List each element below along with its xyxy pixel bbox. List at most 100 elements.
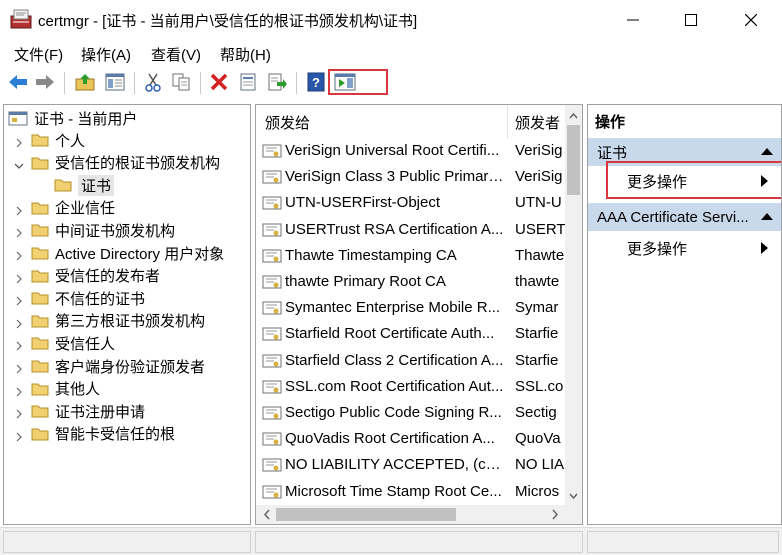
show-hide-tree-button[interactable] [103, 70, 127, 94]
scroll-down-icon[interactable] [565, 488, 582, 505]
chevron-right-icon[interactable] [14, 248, 24, 261]
tree-item-label: 其他人 [55, 381, 101, 399]
cut-button[interactable] [141, 70, 165, 94]
tree-item-label: 第三方根证书颁发机构 [55, 313, 206, 331]
export-list-button[interactable] [265, 70, 289, 94]
chevron-right-icon[interactable] [14, 361, 24, 374]
chevron-right-icon[interactable] [14, 203, 24, 216]
chevron-right-icon[interactable] [14, 293, 24, 306]
certificate-icon [262, 196, 282, 210]
certificate-icon [262, 223, 282, 237]
chevron-right-icon[interactable] [14, 316, 24, 329]
chevron-right-icon[interactable] [14, 338, 24, 351]
cell-issued-to: Symantec Enterprise Mobile R... [285, 299, 501, 317]
help-icon: ? [307, 72, 325, 92]
table-row[interactable]: VeriSign Class 3 Public Primary... VeriSi… [256, 164, 566, 190]
table-row[interactable]: Starfield Root Certificate Auth... Starfi… [256, 321, 566, 347]
tree-item[interactable]: Active Directory 用户对象 [16, 242, 224, 264]
tree-item[interactable]: 智能卡受信任的根 [16, 423, 175, 445]
column-header-issued-to[interactable]: 颁发给 [265, 105, 505, 139]
toolbar-separator [134, 72, 135, 94]
close-button[interactable] [728, 0, 774, 40]
table-row[interactable]: QuoVadis Root Certification A... QuoVa [256, 426, 566, 452]
table-row[interactable]: VeriSign Universal Root Certifi... VeriSi… [256, 138, 566, 164]
more-actions-item[interactable]: 更多操作 [588, 233, 781, 263]
horizontal-scrollbar[interactable] [256, 505, 566, 524]
tree-item-label: 证书注册申请 [55, 403, 146, 421]
scroll-up-icon[interactable] [565, 107, 582, 124]
tree-item[interactable]: 证书注册申请 [16, 400, 146, 422]
title-bar: certmgr - [证书 - 当前用户\受信任的根证书颁发机构\证书] [0, 0, 782, 40]
tree-item[interactable]: 第三方根证书颁发机构 [16, 310, 206, 332]
cell-issued-to: Thawte Timestamping CA [285, 246, 457, 264]
table-row[interactable]: Thawte Timestamping CA Thawte [256, 243, 566, 269]
table-row[interactable]: NO LIABILITY ACCEPTED, (c)9... NO LIA [256, 452, 566, 478]
column-header-issuer[interactable]: 颁发者 [515, 105, 567, 139]
table-row[interactable]: Microsoft Time Stamp Root Ce... Micros [256, 479, 566, 505]
tree-item[interactable]: 受信任的发布者 [16, 265, 161, 287]
cell-issuer: UTN-U [515, 194, 562, 212]
action-section-selected-cert[interactable]: AAA Certificate Servi... [588, 203, 781, 231]
folder-icon [31, 292, 49, 305]
up-one-level-button[interactable] [73, 70, 97, 94]
tree-item[interactable]: 客户端身份验证颁发者 [16, 355, 205, 377]
folder-icon [31, 337, 49, 350]
vertical-scrollbar[interactable] [565, 105, 582, 507]
menu-action[interactable]: 操作(A) [81, 44, 131, 65]
status-cell [3, 531, 251, 553]
chevron-right-icon[interactable] [14, 406, 24, 419]
copy-button[interactable] [169, 70, 193, 94]
collapse-up-icon[interactable] [761, 148, 773, 155]
toolbar-separator [296, 72, 297, 94]
forward-arrow-icon [36, 75, 54, 89]
tree-root[interactable]: 证书 - 当前用户 [8, 107, 137, 129]
tree-item[interactable]: 中间证书颁发机构 [16, 219, 175, 241]
cell-issued-to: SSL.com Root Certification Aut... [285, 377, 504, 395]
tree-item[interactable]: 受信任的根证书颁发机构 [14, 152, 220, 174]
chevron-down-icon[interactable] [14, 158, 24, 169]
menu-bar: 文件(F) 操作(A) 查看(V) 帮助(H) [0, 40, 782, 66]
chevron-right-icon[interactable] [14, 135, 24, 148]
scroll-left-icon[interactable] [258, 505, 275, 524]
horizontal-scroll-thumb[interactable] [276, 508, 456, 521]
tree-item-label: 受信任的发布者 [55, 268, 161, 286]
table-row[interactable]: SSL.com Root Certification Aut... SSL.co [256, 374, 566, 400]
tree-item[interactable]: 受信任人 [16, 332, 115, 354]
submenu-arrow-icon [761, 242, 768, 254]
tree-root-label: 证书 - 当前用户 [34, 110, 138, 128]
toolbar-separator [200, 72, 201, 94]
export-list-icon [268, 73, 287, 91]
table-row[interactable]: thawte Primary Root CA thawte [256, 269, 566, 295]
help-button[interactable]: ? [304, 70, 328, 94]
menu-file[interactable]: 文件(F) [14, 44, 63, 65]
table-row[interactable]: Sectigo Public Code Signing R... Sectig [256, 400, 566, 426]
minimize-button[interactable] [610, 0, 656, 40]
delete-button[interactable] [207, 70, 231, 94]
collapse-up-icon[interactable] [761, 213, 773, 220]
certificate-icon [262, 327, 282, 341]
chevron-right-icon[interactable] [14, 271, 24, 284]
chevron-right-icon[interactable] [14, 384, 24, 397]
tree-item[interactable]: 不信任的证书 [16, 287, 145, 309]
forward-button[interactable] [33, 70, 57, 94]
menu-help[interactable]: 帮助(H) [220, 44, 271, 65]
tree-item[interactable]: 企业信任 [16, 197, 115, 219]
chevron-right-icon[interactable] [14, 225, 24, 238]
table-row[interactable]: UTN-USERFirst-Object UTN-U [256, 190, 566, 216]
chevron-right-icon[interactable] [14, 429, 24, 442]
tree-item[interactable]: 个人 [16, 129, 85, 151]
tree-item[interactable]: 证书 [54, 174, 115, 196]
back-button[interactable] [6, 70, 30, 94]
menu-view[interactable]: 查看(V) [151, 44, 201, 65]
folder-icon [31, 383, 49, 396]
console-tree: 证书 - 当前用户 个人 受信任的根证书颁发机构 证书 企业信任 中间证书颁发机构 Act… [3, 104, 251, 525]
table-row[interactable]: USERTrust RSA Certification A... USERT [256, 217, 566, 243]
properties-button[interactable] [236, 70, 260, 94]
maximize-button[interactable] [668, 0, 714, 40]
scroll-right-icon[interactable] [547, 505, 564, 524]
table-row[interactable]: Symantec Enterprise Mobile R... Symar [256, 295, 566, 321]
table-row[interactable]: Starfield Class 2 Certification A... Star… [256, 348, 566, 374]
tree-item[interactable]: 其他人 [16, 378, 101, 400]
cell-issued-to: NO LIABILITY ACCEPTED, (c)9... [285, 456, 505, 474]
vertical-scroll-thumb[interactable] [567, 125, 580, 195]
